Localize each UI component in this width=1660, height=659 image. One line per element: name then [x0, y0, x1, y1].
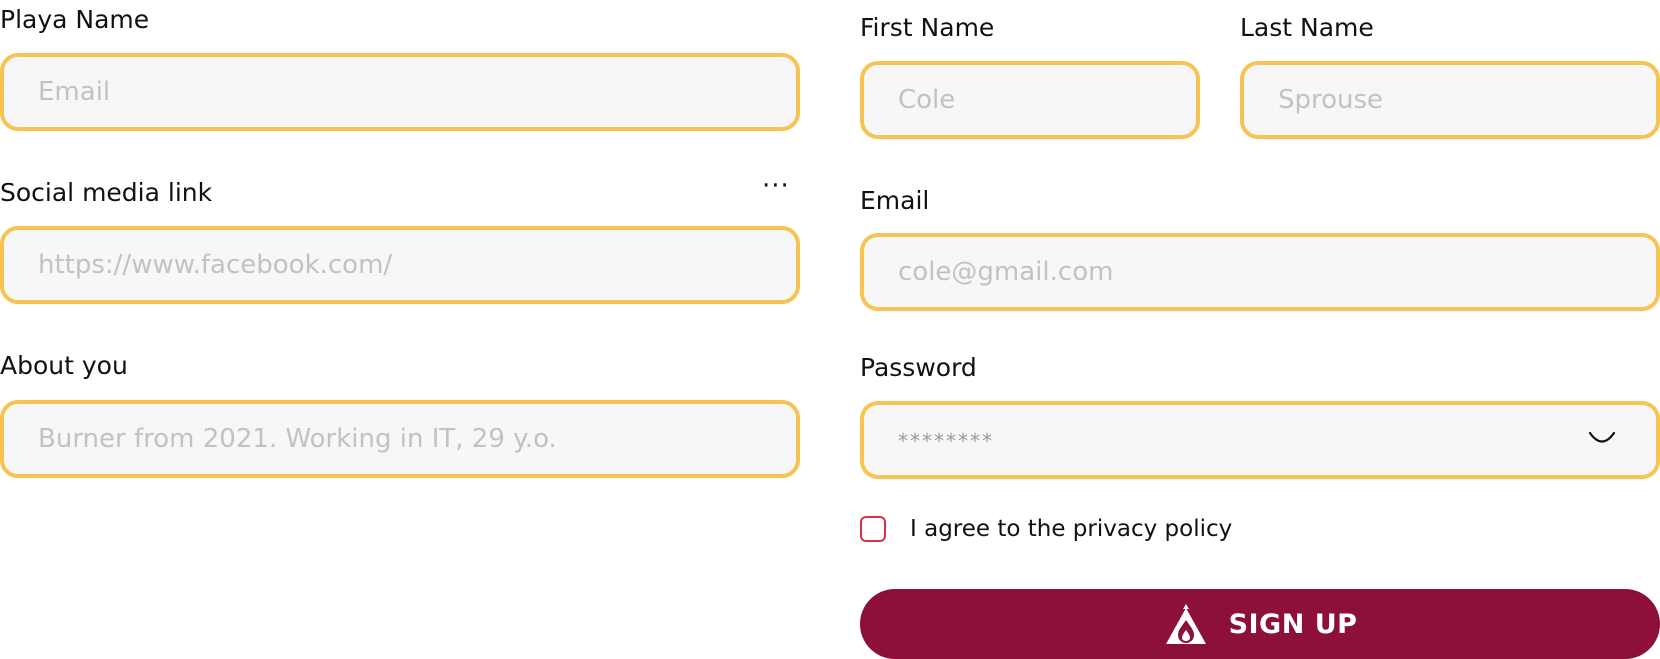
social-link-label: Social media link	[0, 178, 213, 207]
last-name-label: Last Name	[1240, 13, 1374, 42]
playa-name-label: Playa Name	[0, 5, 150, 34]
password-field[interactable]	[860, 401, 1660, 479]
email-field[interactable]	[860, 233, 1660, 311]
tent-fire-icon	[1165, 604, 1206, 644]
last-name-input[interactable]	[1278, 65, 1586, 135]
first-name-input[interactable]	[898, 65, 1126, 135]
first-name-label: First Name	[860, 13, 995, 42]
playa-name-input[interactable]	[38, 57, 726, 127]
sign-up-button[interactable]: SIGN UP	[860, 589, 1660, 659]
email-label: Email	[860, 186, 930, 215]
about-input[interactable]	[38, 404, 726, 474]
about-label: About you	[0, 351, 128, 380]
privacy-checkbox[interactable]	[860, 516, 886, 542]
password-input[interactable]	[898, 405, 1586, 475]
sign-up-label: SIGN UP	[1228, 608, 1358, 640]
social-link-input[interactable]	[38, 230, 726, 300]
email-input[interactable]	[898, 237, 1586, 307]
password-label: Password	[860, 353, 977, 382]
eye-closed-icon[interactable]	[1587, 430, 1617, 446]
social-link-field[interactable]	[0, 226, 800, 304]
privacy-label: I agree to the privacy policy	[910, 516, 1233, 542]
about-field[interactable]	[0, 400, 800, 478]
playa-name-field[interactable]	[0, 53, 800, 131]
more-options-icon[interactable]: ···	[762, 173, 790, 199]
last-name-field[interactable]	[1240, 61, 1660, 139]
first-name-field[interactable]	[860, 61, 1200, 139]
